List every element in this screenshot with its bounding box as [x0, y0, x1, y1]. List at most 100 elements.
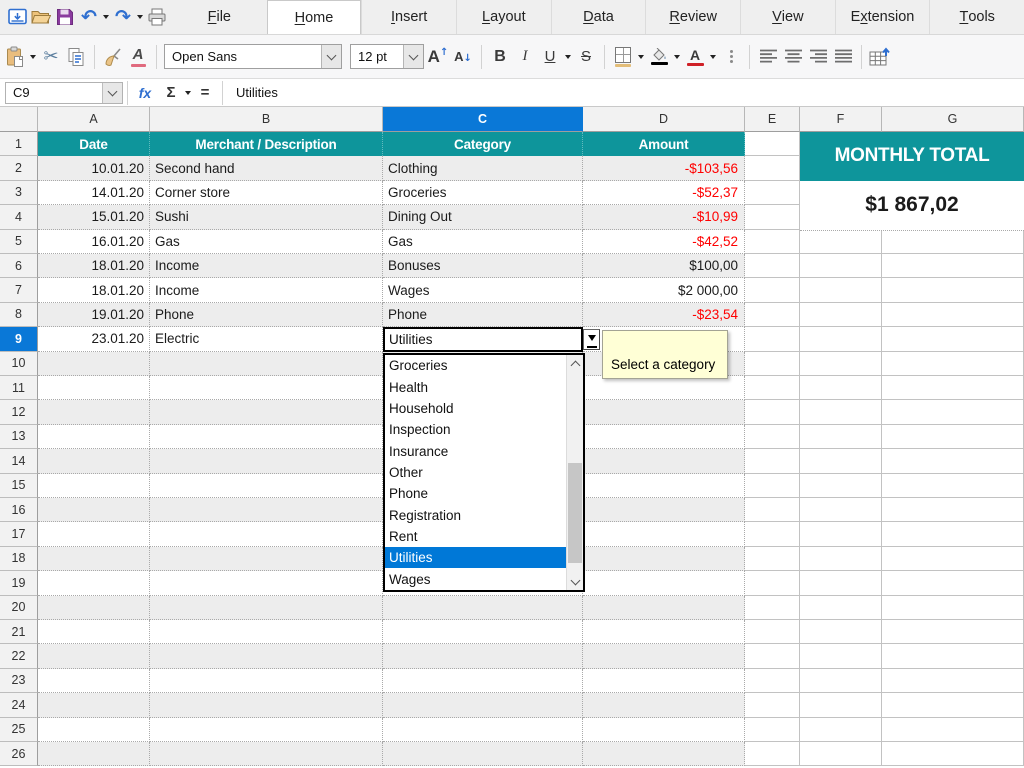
- cell-B21[interactable]: [150, 620, 383, 644]
- font-color-icon[interactable]: A: [684, 42, 706, 72]
- cell-E17[interactable]: [745, 522, 800, 546]
- cell-F6[interactable]: [800, 254, 882, 278]
- cell-C25[interactable]: [383, 718, 583, 742]
- cell-A9[interactable]: 23.01.20: [38, 327, 150, 351]
- redo-icon[interactable]: ↷: [112, 4, 134, 30]
- dropdown-item-household[interactable]: Household: [385, 398, 566, 419]
- strikethrough-button[interactable]: S: [575, 42, 597, 72]
- cell-D17[interactable]: [583, 522, 745, 546]
- cell-E10[interactable]: [745, 352, 800, 376]
- tab-home[interactable]: Home: [267, 0, 362, 34]
- cell-E24[interactable]: [745, 693, 800, 717]
- cell-B15[interactable]: [150, 474, 383, 498]
- cell-B3[interactable]: Corner store: [150, 181, 383, 205]
- cell-G14[interactable]: [882, 449, 1024, 473]
- formula-input[interactable]: Utilities: [227, 85, 278, 100]
- cell-G7[interactable]: [882, 278, 1024, 302]
- cell-D21[interactable]: [583, 620, 745, 644]
- cell-E1[interactable]: [745, 132, 800, 156]
- name-box[interactable]: C9: [5, 82, 123, 104]
- row-header-15[interactable]: 15: [0, 474, 38, 498]
- cell-E18[interactable]: [745, 547, 800, 571]
- increase-font-icon[interactable]: A↑: [427, 42, 449, 72]
- cell-B10[interactable]: [150, 352, 383, 376]
- bold-button[interactable]: B: [489, 42, 511, 72]
- font-name-caret[interactable]: [321, 45, 341, 68]
- cell-G6[interactable]: [882, 254, 1024, 278]
- cell-D26[interactable]: [583, 742, 745, 766]
- scrollbar-thumb[interactable]: [568, 463, 582, 563]
- row-header-25[interactable]: 25: [0, 718, 38, 742]
- row-header-26[interactable]: 26: [0, 742, 38, 766]
- cell-C4[interactable]: Dining Out: [383, 205, 583, 229]
- cell-C21[interactable]: [383, 620, 583, 644]
- cell-F10[interactable]: [800, 352, 882, 376]
- dropdown-item-other[interactable]: Other: [385, 462, 566, 483]
- row-header-12[interactable]: 12: [0, 400, 38, 424]
- tab-view[interactable]: View: [740, 0, 835, 34]
- cell-E11[interactable]: [745, 376, 800, 400]
- decrease-font-icon[interactable]: A↓: [452, 42, 474, 72]
- cell-A11[interactable]: [38, 376, 150, 400]
- tab-tools[interactable]: Tools: [929, 0, 1024, 34]
- cell-C7[interactable]: Wages: [383, 278, 583, 302]
- cell-F13[interactable]: [800, 425, 882, 449]
- row-header-4[interactable]: 4: [0, 205, 38, 229]
- cell-F14[interactable]: [800, 449, 882, 473]
- scroll-up-icon[interactable]: [567, 355, 583, 372]
- row-header-9[interactable]: 9: [0, 327, 38, 351]
- row-header-13[interactable]: 13: [0, 425, 38, 449]
- cell-B18[interactable]: [150, 547, 383, 571]
- dock-window-icon[interactable]: [6, 4, 28, 30]
- tab-review[interactable]: Review: [645, 0, 740, 34]
- font-name-combo[interactable]: Open Sans: [164, 44, 342, 69]
- row-header-1[interactable]: 1: [0, 132, 38, 156]
- cell-B13[interactable]: [150, 425, 383, 449]
- cell-G23[interactable]: [882, 669, 1024, 693]
- fill-color-menu-caret[interactable]: [674, 55, 680, 62]
- cell-F23[interactable]: [800, 669, 882, 693]
- cell-C2[interactable]: Clothing: [383, 156, 583, 180]
- cell-E7[interactable]: [745, 278, 800, 302]
- paste-menu-caret[interactable]: [30, 55, 36, 62]
- cell-B22[interactable]: [150, 644, 383, 668]
- cell-G22[interactable]: [882, 644, 1024, 668]
- cell-E15[interactable]: [745, 474, 800, 498]
- cell-G16[interactable]: [882, 498, 1024, 522]
- italic-button[interactable]: I: [514, 42, 536, 72]
- cell-D1[interactable]: Amount: [583, 132, 745, 156]
- row-header-17[interactable]: 17: [0, 522, 38, 546]
- copy-icon[interactable]: [65, 42, 87, 72]
- cell-A13[interactable]: [38, 425, 150, 449]
- redo-menu-caret[interactable]: [137, 15, 143, 22]
- row-header-6[interactable]: 6: [0, 254, 38, 278]
- cell-A25[interactable]: [38, 718, 150, 742]
- cell-D4[interactable]: -$10,99: [583, 205, 745, 229]
- cell-A8[interactable]: 19.01.20: [38, 303, 150, 327]
- cell-E6[interactable]: [745, 254, 800, 278]
- row-header-3[interactable]: 3: [0, 181, 38, 205]
- cell-A19[interactable]: [38, 571, 150, 595]
- insert-cells-icon[interactable]: [869, 42, 891, 72]
- column-header-E[interactable]: E: [745, 107, 800, 132]
- cell-D11[interactable]: [583, 376, 745, 400]
- cell-B7[interactable]: Income: [150, 278, 383, 302]
- cut-icon[interactable]: ✂: [40, 42, 62, 72]
- cell-E22[interactable]: [745, 644, 800, 668]
- row-header-7[interactable]: 7: [0, 278, 38, 302]
- row-header-14[interactable]: 14: [0, 449, 38, 473]
- cell-G12[interactable]: [882, 400, 1024, 424]
- cell-G9[interactable]: [882, 327, 1024, 351]
- cell-B26[interactable]: [150, 742, 383, 766]
- function-wizard-button[interactable]: fx: [132, 81, 158, 105]
- cell-D2[interactable]: -$103,56: [583, 156, 745, 180]
- cell-B8[interactable]: Phone: [150, 303, 383, 327]
- row-header-8[interactable]: 8: [0, 303, 38, 327]
- row-header-18[interactable]: 18: [0, 547, 38, 571]
- cell-A21[interactable]: [38, 620, 150, 644]
- cell-G13[interactable]: [882, 425, 1024, 449]
- cell-C1[interactable]: Category: [383, 132, 583, 156]
- cell-E3[interactable]: [745, 181, 800, 205]
- cell-E14[interactable]: [745, 449, 800, 473]
- cell-B24[interactable]: [150, 693, 383, 717]
